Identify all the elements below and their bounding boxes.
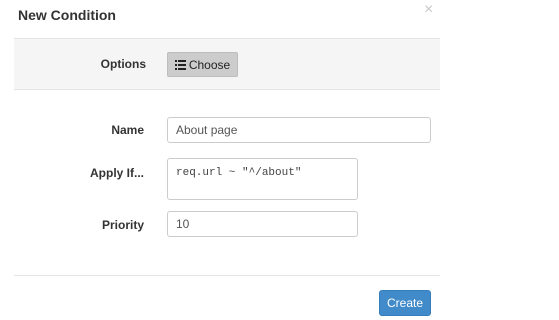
choose-button[interactable]: Choose bbox=[167, 52, 238, 77]
name-field-value: About page bbox=[176, 123, 238, 137]
priority-field[interactable]: 10 bbox=[167, 211, 358, 237]
create-button[interactable]: Create bbox=[379, 290, 431, 316]
name-field[interactable]: About page bbox=[167, 117, 431, 143]
apply-if-label: Apply If... bbox=[90, 166, 144, 180]
options-label: Options bbox=[100, 57, 146, 71]
priority-field-value: 10 bbox=[176, 217, 190, 231]
apply-if-field[interactable]: req.url ~ "^/about" bbox=[167, 158, 358, 200]
choose-button-label: Choose bbox=[188, 57, 231, 72]
name-label: Name bbox=[111, 123, 144, 137]
priority-label: Priority bbox=[101, 218, 144, 232]
options-section: Options Choose bbox=[14, 38, 440, 90]
list-icon bbox=[174, 59, 186, 70]
modal-title: New Condition bbox=[18, 7, 116, 23]
close-icon[interactable]: × bbox=[424, 2, 433, 18]
new-condition-modal: New Condition × Options Choose Name Abou… bbox=[0, 0, 559, 320]
footer-divider bbox=[14, 275, 440, 276]
